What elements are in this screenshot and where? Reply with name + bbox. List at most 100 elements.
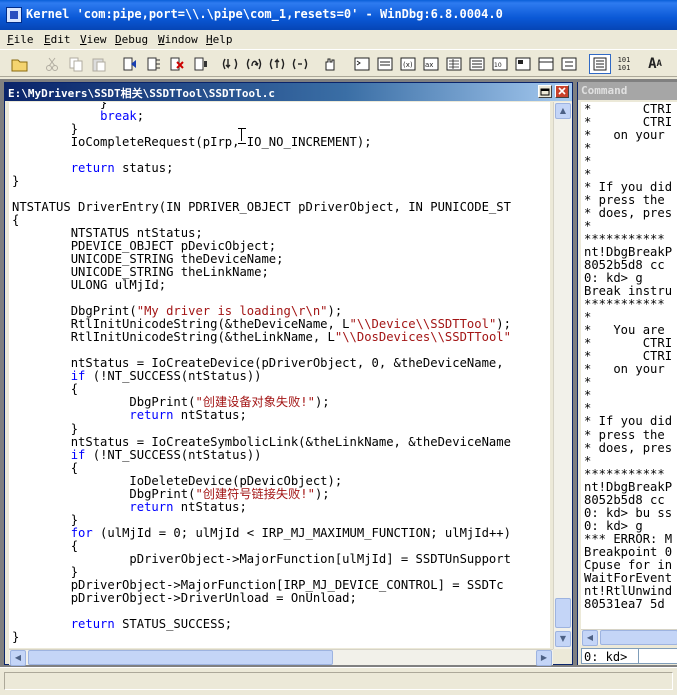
command-input[interactable] <box>638 649 677 663</box>
scroll-right-arrow-icon[interactable]: ▶ <box>536 650 552 666</box>
code-line: NTSTATUS DriverEntry(IN PDRIVER_OBJECT p… <box>12 200 511 215</box>
code-line: IoCompleteRequest(pIrp, IO_NO_INCREMENT)… <box>12 135 372 150</box>
step-into-icon[interactable] <box>220 54 240 74</box>
disassembly-window-icon[interactable]: 10 <box>490 54 510 74</box>
command-output-line: 8052b5d8 cc <box>584 492 665 507</box>
call-stack-window-icon[interactable] <box>467 54 487 74</box>
watch-window-icon[interactable] <box>375 54 395 74</box>
menu-debug[interactable]: Debug <box>115 33 148 46</box>
source-file-path: E:\MyDrivers\SSDT相关\SSDTTool\SSDTTool.c <box>8 87 276 100</box>
code-line: return status; <box>70 161 174 176</box>
source-mode-toggle-icon[interactable] <box>589 54 611 74</box>
command-output-line: *** ERROR: M <box>584 531 673 546</box>
menu-window[interactable]: Window <box>158 33 198 46</box>
command-prompt-bar: 0: kd> <box>581 648 677 664</box>
source-window-caption[interactable]: E:\MyDrivers\SSDT相关\SSDTTool\SSDTTool.c <box>5 83 572 101</box>
svg-text:(x): (x) <box>403 61 413 69</box>
step-over-icon[interactable] <box>244 54 264 74</box>
command-output-line: * does, pres <box>584 440 673 455</box>
command-horizontal-scrollbar[interactable]: ◀ <box>581 629 677 646</box>
command-output-line: * press the <box>584 427 665 442</box>
command-window-caption[interactable]: Command <box>578 82 677 100</box>
command-output-line: nt!DbgBreakP <box>584 479 673 494</box>
command-horizontal-scroll-thumb[interactable] <box>600 630 677 645</box>
code-line: pDriverObject->DriverUnload = OnUnload; <box>12 590 357 605</box>
command-output[interactable]: * CTRI * CTRI * on your * * * * If you did * pr… <box>581 102 677 629</box>
code-line: pDriverObject->MajorFunction[IRP_MJ_DEVI… <box>12 577 504 592</box>
source-window-minimize-button[interactable] <box>538 85 552 98</box>
command-output-line: *********** <box>584 297 665 312</box>
font-size-icon[interactable]: AA <box>643 54 667 74</box>
status-bar <box>0 667 677 695</box>
go-icon[interactable] <box>120 54 140 74</box>
scroll-down-arrow-icon[interactable]: ▼ <box>555 631 571 647</box>
source-horizontal-scrollbar[interactable]: ◀ ▶ <box>9 649 553 666</box>
source-window[interactable]: E:\MyDrivers\SSDT相关\SSDTTool\SSDTTool.c … <box>4 82 573 666</box>
code-line: return STATUS_SUCCESS; <box>70 616 233 631</box>
status-panel <box>4 672 673 690</box>
code-line: } <box>12 629 20 644</box>
window-title: Kernel 'com:pipe,port=\\.\pipe\com_1,res… <box>26 7 503 21</box>
registers-window-icon[interactable]: ax <box>421 54 441 74</box>
locals-window-icon[interactable]: (x) <box>398 54 418 74</box>
command-prompt-label: 0: kd> <box>584 650 628 664</box>
paste-icon[interactable] <box>89 54 109 74</box>
command-output-line: Breakpoint 0 <box>584 544 673 559</box>
code-line: ntStatus = IoCreateSymbolicLink(&theLink… <box>12 434 511 449</box>
code-line: return ntStatus; <box>129 408 247 423</box>
command-output-line: Cpuse for in <box>584 557 673 572</box>
open-file-icon[interactable] <box>10 54 30 74</box>
menu-file[interactable]: File <box>7 33 34 46</box>
title-bar[interactable]: Kernel 'com:pipe,port=\\.\pipe\com_1,res… <box>0 0 677 30</box>
command-window[interactable]: Command * CTRI * CTRI * on your * * * * If you… <box>577 82 677 665</box>
cut-icon[interactable] <box>42 54 62 74</box>
command-output-line: * If you did <box>584 414 673 429</box>
windbg-app-icon[interactable] <box>6 7 22 23</box>
stop-debugging-icon[interactable] <box>167 54 187 74</box>
step-out-icon[interactable] <box>267 54 287 74</box>
source-window-close-button[interactable] <box>555 85 569 98</box>
run-to-cursor-icon[interactable] <box>290 54 310 74</box>
code-line: } <box>12 174 20 189</box>
source-code-view[interactable]: } break; } IoCompleteRequest(pIrp, IO_NO… <box>9 102 550 648</box>
command-output-line: * on your <box>584 128 665 143</box>
scratch-pad-icon[interactable] <box>513 54 533 74</box>
copy-icon[interactable] <box>66 54 86 74</box>
command-scroll-left-arrow-icon[interactable]: ◀ <box>582 630 598 646</box>
restart-icon[interactable] <box>144 54 164 74</box>
memory-window-icon[interactable] <box>444 54 464 74</box>
code-line: RtlInitUnicodeString(&theLinkName, L"\\D… <box>12 330 511 345</box>
breakpoint-hand-icon[interactable] <box>320 54 340 74</box>
processes-threads-icon[interactable] <box>536 54 556 74</box>
command-window-title: Command <box>581 84 628 97</box>
command-output-line: * on your <box>584 362 665 377</box>
source-mode-off-icon[interactable]: 101 101 <box>613 54 635 74</box>
command-output-line: 0: kd> g <box>584 518 643 533</box>
toolbar: (x) ax 10 101 101 AA <box>0 49 677 77</box>
svg-text:ax: ax <box>425 61 433 69</box>
command-output-line: 80531ea7 5d <box>584 596 665 611</box>
code-line: return ntStatus; <box>129 499 247 514</box>
code-line: if (!NT_SUCCESS(ntStatus)) <box>70 447 262 462</box>
options-window-icon[interactable] <box>559 54 579 74</box>
scroll-up-arrow-icon[interactable]: ▲ <box>555 103 571 119</box>
vertical-scroll-thumb[interactable] <box>555 598 571 628</box>
command-output-line: WaitForEvent <box>584 570 673 585</box>
command-output-line: *********** <box>584 466 665 481</box>
code-line: pDriverObject->MajorFunction[ulMjId] = S… <box>12 551 511 566</box>
menu-help[interactable]: Help <box>206 33 233 46</box>
code-line: { <box>12 460 79 475</box>
command-output-line: * <box>584 453 592 468</box>
code-line: ULONG ulMjId; <box>12 278 167 293</box>
menu-view[interactable]: View <box>80 33 107 46</box>
command-window-icon[interactable] <box>352 54 372 74</box>
horizontal-scroll-thumb[interactable] <box>28 650 333 665</box>
command-output-line: nt!RtlUnwind <box>584 583 673 598</box>
source-vertical-scrollbar[interactable]: ▲ ▼ <box>553 102 572 649</box>
break-icon[interactable] <box>191 54 211 74</box>
command-output-line: * does, pres <box>584 206 673 221</box>
code-line: for (ulMjId = 0; ulMjId < IRP_MJ_MAXIMUM… <box>70 525 511 540</box>
menu-bar: File Edit View Debug Window Help <box>0 30 677 49</box>
scroll-left-arrow-icon[interactable]: ◀ <box>10 650 26 666</box>
menu-edit[interactable]: Edit <box>44 33 71 46</box>
